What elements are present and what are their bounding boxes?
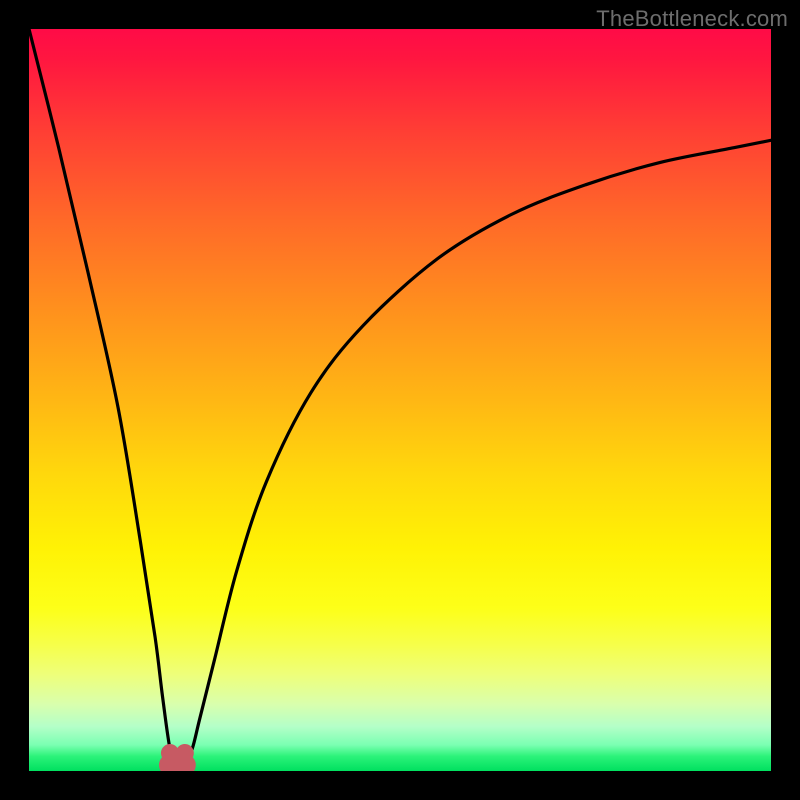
chart-frame: TheBottleneck.com — [0, 0, 800, 800]
watermark-text: TheBottleneck.com — [596, 6, 788, 32]
bottleneck-curve — [29, 29, 771, 771]
minimum-markers — [159, 753, 196, 771]
curve-layer — [29, 29, 771, 771]
plot-area — [29, 29, 771, 771]
